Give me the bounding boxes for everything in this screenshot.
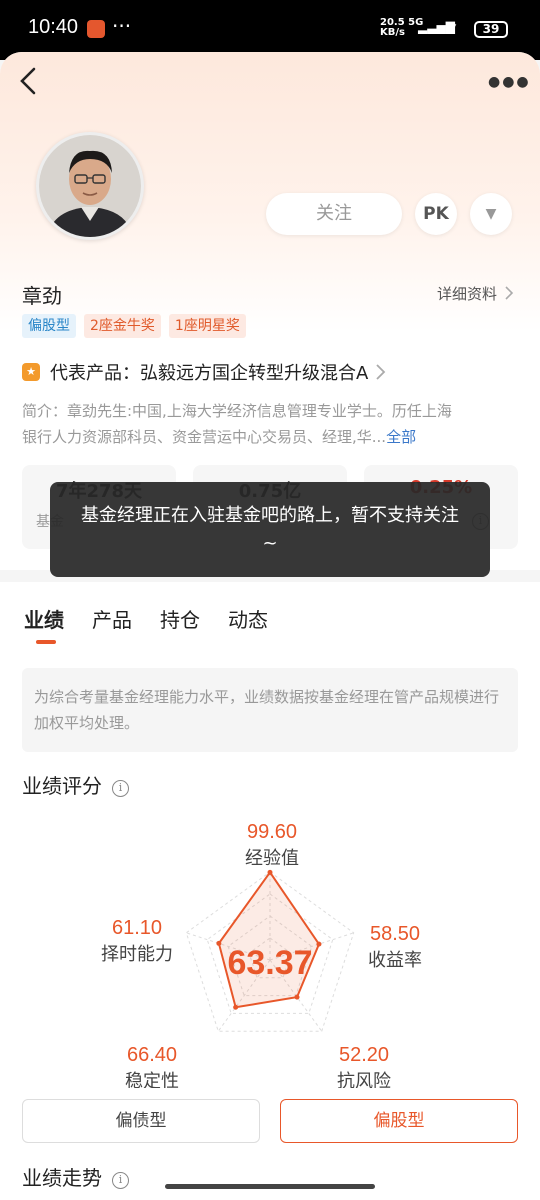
network-speed: 20.5 5G KB/s: [380, 17, 424, 38]
back-button[interactable]: [18, 66, 48, 102]
tab-products[interactable]: 产品: [92, 604, 132, 640]
medal-icon: ★: [22, 363, 40, 381]
radar-data-area: [217, 870, 321, 1009]
score-radar-chart: 63.37 99.60 经验值 58.50 收益率 52.20 抗风险 66.40 稳定性 61.…: [101, 821, 422, 1088]
radar-dimension-label: 收益率: [368, 950, 422, 971]
representative-product-name: 弘毅远方国企转型升级混合A: [140, 363, 369, 384]
more-notifications-icon: ···: [112, 14, 132, 38]
intro-more-link[interactable]: 全部: [386, 428, 416, 446]
chevron-right-icon: [376, 364, 386, 380]
award-tag: 2座金牛奖: [84, 314, 161, 338]
toast-message: 基金经理正在入驻基金吧的路上，暂不支持关注~: [50, 482, 490, 577]
chevron-right-icon: [505, 286, 513, 300]
radar-data-point: [216, 940, 222, 946]
trend-section-title: 业绩走势 i: [22, 1162, 129, 1191]
radar-score-value: 58.50: [370, 923, 420, 945]
tab-news[interactable]: 动态: [228, 604, 268, 640]
award-tag: 1座明星奖: [168, 314, 246, 338]
wifi-icon: ⌔: [444, 18, 460, 37]
tab-performance[interactable]: 业绩: [24, 604, 64, 644]
detail-link[interactable]: 详细资料: [437, 283, 514, 304]
radar-score-value: 66.40: [127, 1044, 177, 1066]
pk-button[interactable]: PK: [415, 193, 457, 235]
info-icon[interactable]: i: [112, 1172, 129, 1189]
representative-label: 代表产品：: [50, 363, 140, 384]
app-notification-icon: [87, 20, 105, 38]
manager-page: ●●● 关注 PK ▼ 章劲 详细资料 偏股型 2座金牛奖 1座明星奖 ★ 代表…: [0, 52, 540, 1200]
tab-bar: 业绩 产品 持仓 动态: [24, 604, 268, 644]
more-button[interactable]: ●●●: [488, 74, 531, 90]
tab-holdings[interactable]: 持仓: [160, 604, 200, 640]
bond-style-button[interactable]: 偏债型: [22, 1099, 260, 1143]
manager-photo: [39, 135, 141, 237]
follow-button[interactable]: 关注: [266, 193, 402, 235]
dropdown-button[interactable]: ▼: [470, 193, 512, 235]
radar-score-value: 61.10: [112, 917, 162, 939]
triangle-down-icon: ▼: [485, 206, 497, 222]
radar-score-value: 52.20: [339, 1044, 389, 1066]
radar-dimension-label: 经验值: [245, 848, 299, 869]
radar-data-point: [316, 941, 322, 947]
style-tag: 偏股型: [22, 314, 76, 338]
radar-score-value: 99.60: [247, 821, 297, 843]
radar-data-point: [294, 994, 300, 1000]
score-section-title: 业绩评分 i: [22, 770, 129, 799]
radar-dimension-label: 择时能力: [101, 944, 173, 965]
battery-icon: 39: [474, 21, 508, 38]
chevron-left-icon: [20, 67, 36, 95]
home-indicator[interactable]: [165, 1184, 375, 1189]
equity-style-button[interactable]: 偏股型: [280, 1099, 518, 1143]
performance-notice: 为综合考量基金经理能力水平，业绩数据按基金经理在管产品规模进行加权平均处理。: [22, 668, 518, 752]
representative-product[interactable]: ★ 代表产品： 弘毅远方国企转型升级混合A: [22, 358, 386, 386]
total-score: 63.37: [227, 944, 312, 982]
award-tags: 偏股型 2座金牛奖 1座明星奖: [22, 314, 246, 338]
radar-dimension-label: 抗风险: [337, 1071, 391, 1088]
avatar: [36, 132, 144, 240]
info-icon[interactable]: i: [112, 780, 129, 797]
radar-data-point: [233, 1004, 239, 1010]
manager-name: 章劲: [22, 284, 62, 308]
radar-data-point: [267, 869, 273, 875]
radar-dimension-label: 稳定性: [125, 1071, 179, 1088]
more-dots-icon: ●●●: [488, 74, 531, 90]
status-bar: 10:40 ··· 20.5 5G KB/s ▂▃▅▇ ⌔ 39: [0, 0, 540, 60]
tab-active-indicator: [36, 640, 56, 644]
status-time: 10:40: [28, 16, 79, 38]
manager-intro: 简介：章劲先生:中国,上海大学经济信息管理专业学士。历任上海 银行人力资源部科员…: [22, 402, 452, 446]
